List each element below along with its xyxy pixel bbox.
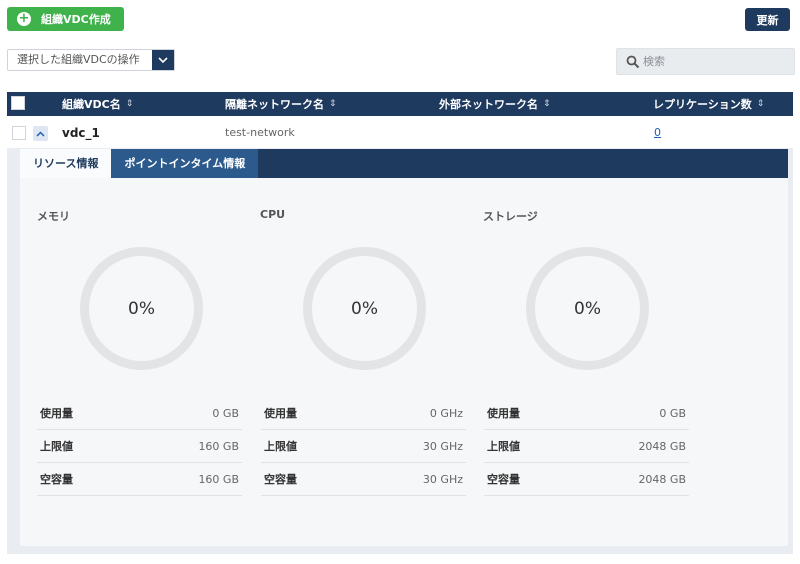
cpu-gauge: 0% <box>303 247 426 370</box>
replication-count-link[interactable]: 0 <box>654 118 661 148</box>
stat-label: 使用量 <box>40 407 73 420</box>
stat-value: 0 GB <box>212 406 239 420</box>
stat-row: 空容量 160 GB <box>37 463 242 496</box>
tab-resource-info[interactable]: リソース情報 <box>20 149 112 178</box>
stat-value: 160 GB <box>198 472 239 486</box>
stat-value: 0 GB <box>659 406 686 420</box>
column-vdc-name-label: 組織VDC名 <box>62 98 121 111</box>
stat-value: 30 GHz <box>422 439 463 453</box>
chevron-down-icon[interactable] <box>152 50 174 70</box>
operation-select-label: 選択した組織VDCの操作 <box>17 53 140 66</box>
memory-percent: 0% <box>128 298 155 319</box>
table-header: 組織VDC名 ⇕ 隔離ネットワーク名 ⇕ 外部ネットワーク名 ⇕ レプリケーション数 ⇕ <box>7 92 793 116</box>
refresh-button[interactable]: 更新 <box>745 8 790 31</box>
storage-title: ストレージ <box>483 210 538 223</box>
detail-tabs: リソース情報 ポイントインタイム情報 <box>20 149 788 178</box>
cpu-stats: 使用量 0 GHz 上限値 30 GHz 空容量 30 GHz <box>261 397 466 496</box>
plus-circle-icon: + <box>17 11 31 26</box>
create-vdc-label: 組織VDC作成 <box>41 13 111 26</box>
column-isolated-network[interactable]: 隔離ネットワーク名 ⇕ <box>225 92 337 116</box>
stat-label: 空容量 <box>264 473 297 486</box>
stat-label: 使用量 <box>264 407 297 420</box>
storage-gauge: 0% <box>526 247 649 370</box>
stat-row: 空容量 30 GHz <box>261 463 466 496</box>
column-external-network-label: 外部ネットワーク名 <box>439 98 538 111</box>
tab-point-in-time-info[interactable]: ポイントインタイム情報 <box>111 149 259 178</box>
vdc-detail-panel: リソース情報 ポイントインタイム情報 メモリ 0% 使用量 0 GB 上限値 160… <box>7 148 793 554</box>
stat-value: 0 GHz <box>429 406 463 420</box>
stat-label: 空容量 <box>40 473 73 486</box>
memory-gauge: 0% <box>80 247 203 370</box>
select-all-checkbox[interactable] <box>11 96 25 110</box>
stat-value: 2048 GB <box>638 472 686 486</box>
column-isolated-network-label: 隔離ネットワーク名 <box>225 98 324 111</box>
cpu-title: CPU <box>260 208 286 221</box>
column-replication-count[interactable]: レプリケーション数 ⇕ <box>653 92 764 116</box>
column-replication-count-label: レプリケーション数 <box>653 98 752 111</box>
operation-select[interactable]: 選択した組織VDCの操作 <box>7 49 175 71</box>
memory-title: メモリ <box>37 210 70 223</box>
sort-icon[interactable]: ⇕ <box>757 99 765 109</box>
stat-row: 上限値 2048 GB <box>484 430 689 463</box>
sort-icon[interactable]: ⇕ <box>543 99 551 109</box>
stat-label: 上限値 <box>487 440 520 453</box>
stat-row: 使用量 0 GB <box>484 397 689 430</box>
stat-value: 30 GHz <box>422 472 463 486</box>
stat-row: 上限値 30 GHz <box>261 430 466 463</box>
memory-stats: 使用量 0 GB 上限値 160 GB 空容量 160 GB <box>37 397 242 496</box>
stat-value: 2048 GB <box>638 439 686 453</box>
stat-row: 使用量 0 GHz <box>261 397 466 430</box>
table-row: vdc_1 test-network 0 <box>7 118 793 148</box>
stat-label: 上限値 <box>40 440 73 453</box>
stat-label: 空容量 <box>487 473 520 486</box>
stat-row: 使用量 0 GB <box>37 397 242 430</box>
chevron-up-icon[interactable] <box>33 126 48 141</box>
stat-value: 160 GB <box>198 439 239 453</box>
resource-info-panel: メモリ 0% 使用量 0 GB 上限値 160 GB 空容量 160 GB CPU 0… <box>20 178 788 546</box>
search-box[interactable] <box>616 48 795 75</box>
search-icon <box>623 55 643 69</box>
search-input[interactable] <box>643 55 783 68</box>
stat-row: 上限値 160 GB <box>37 430 242 463</box>
stat-label: 上限値 <box>264 440 297 453</box>
stat-row: 空容量 2048 GB <box>484 463 689 496</box>
column-external-network[interactable]: 外部ネットワーク名 ⇕ <box>439 92 551 116</box>
vdc-name: vdc_1 <box>62 126 100 140</box>
sort-icon[interactable]: ⇕ <box>329 99 337 109</box>
column-vdc-name[interactable]: 組織VDC名 ⇕ <box>62 92 133 116</box>
isolated-network-name: test-network <box>225 126 295 139</box>
storage-stats: 使用量 0 GB 上限値 2048 GB 空容量 2048 GB <box>484 397 689 496</box>
storage-percent: 0% <box>574 298 601 319</box>
create-vdc-button[interactable]: + 組織VDC作成 <box>7 7 124 31</box>
row-checkbox[interactable] <box>12 126 26 140</box>
sort-icon[interactable]: ⇕ <box>126 99 134 109</box>
cpu-percent: 0% <box>351 298 378 319</box>
stat-label: 使用量 <box>487 407 520 420</box>
